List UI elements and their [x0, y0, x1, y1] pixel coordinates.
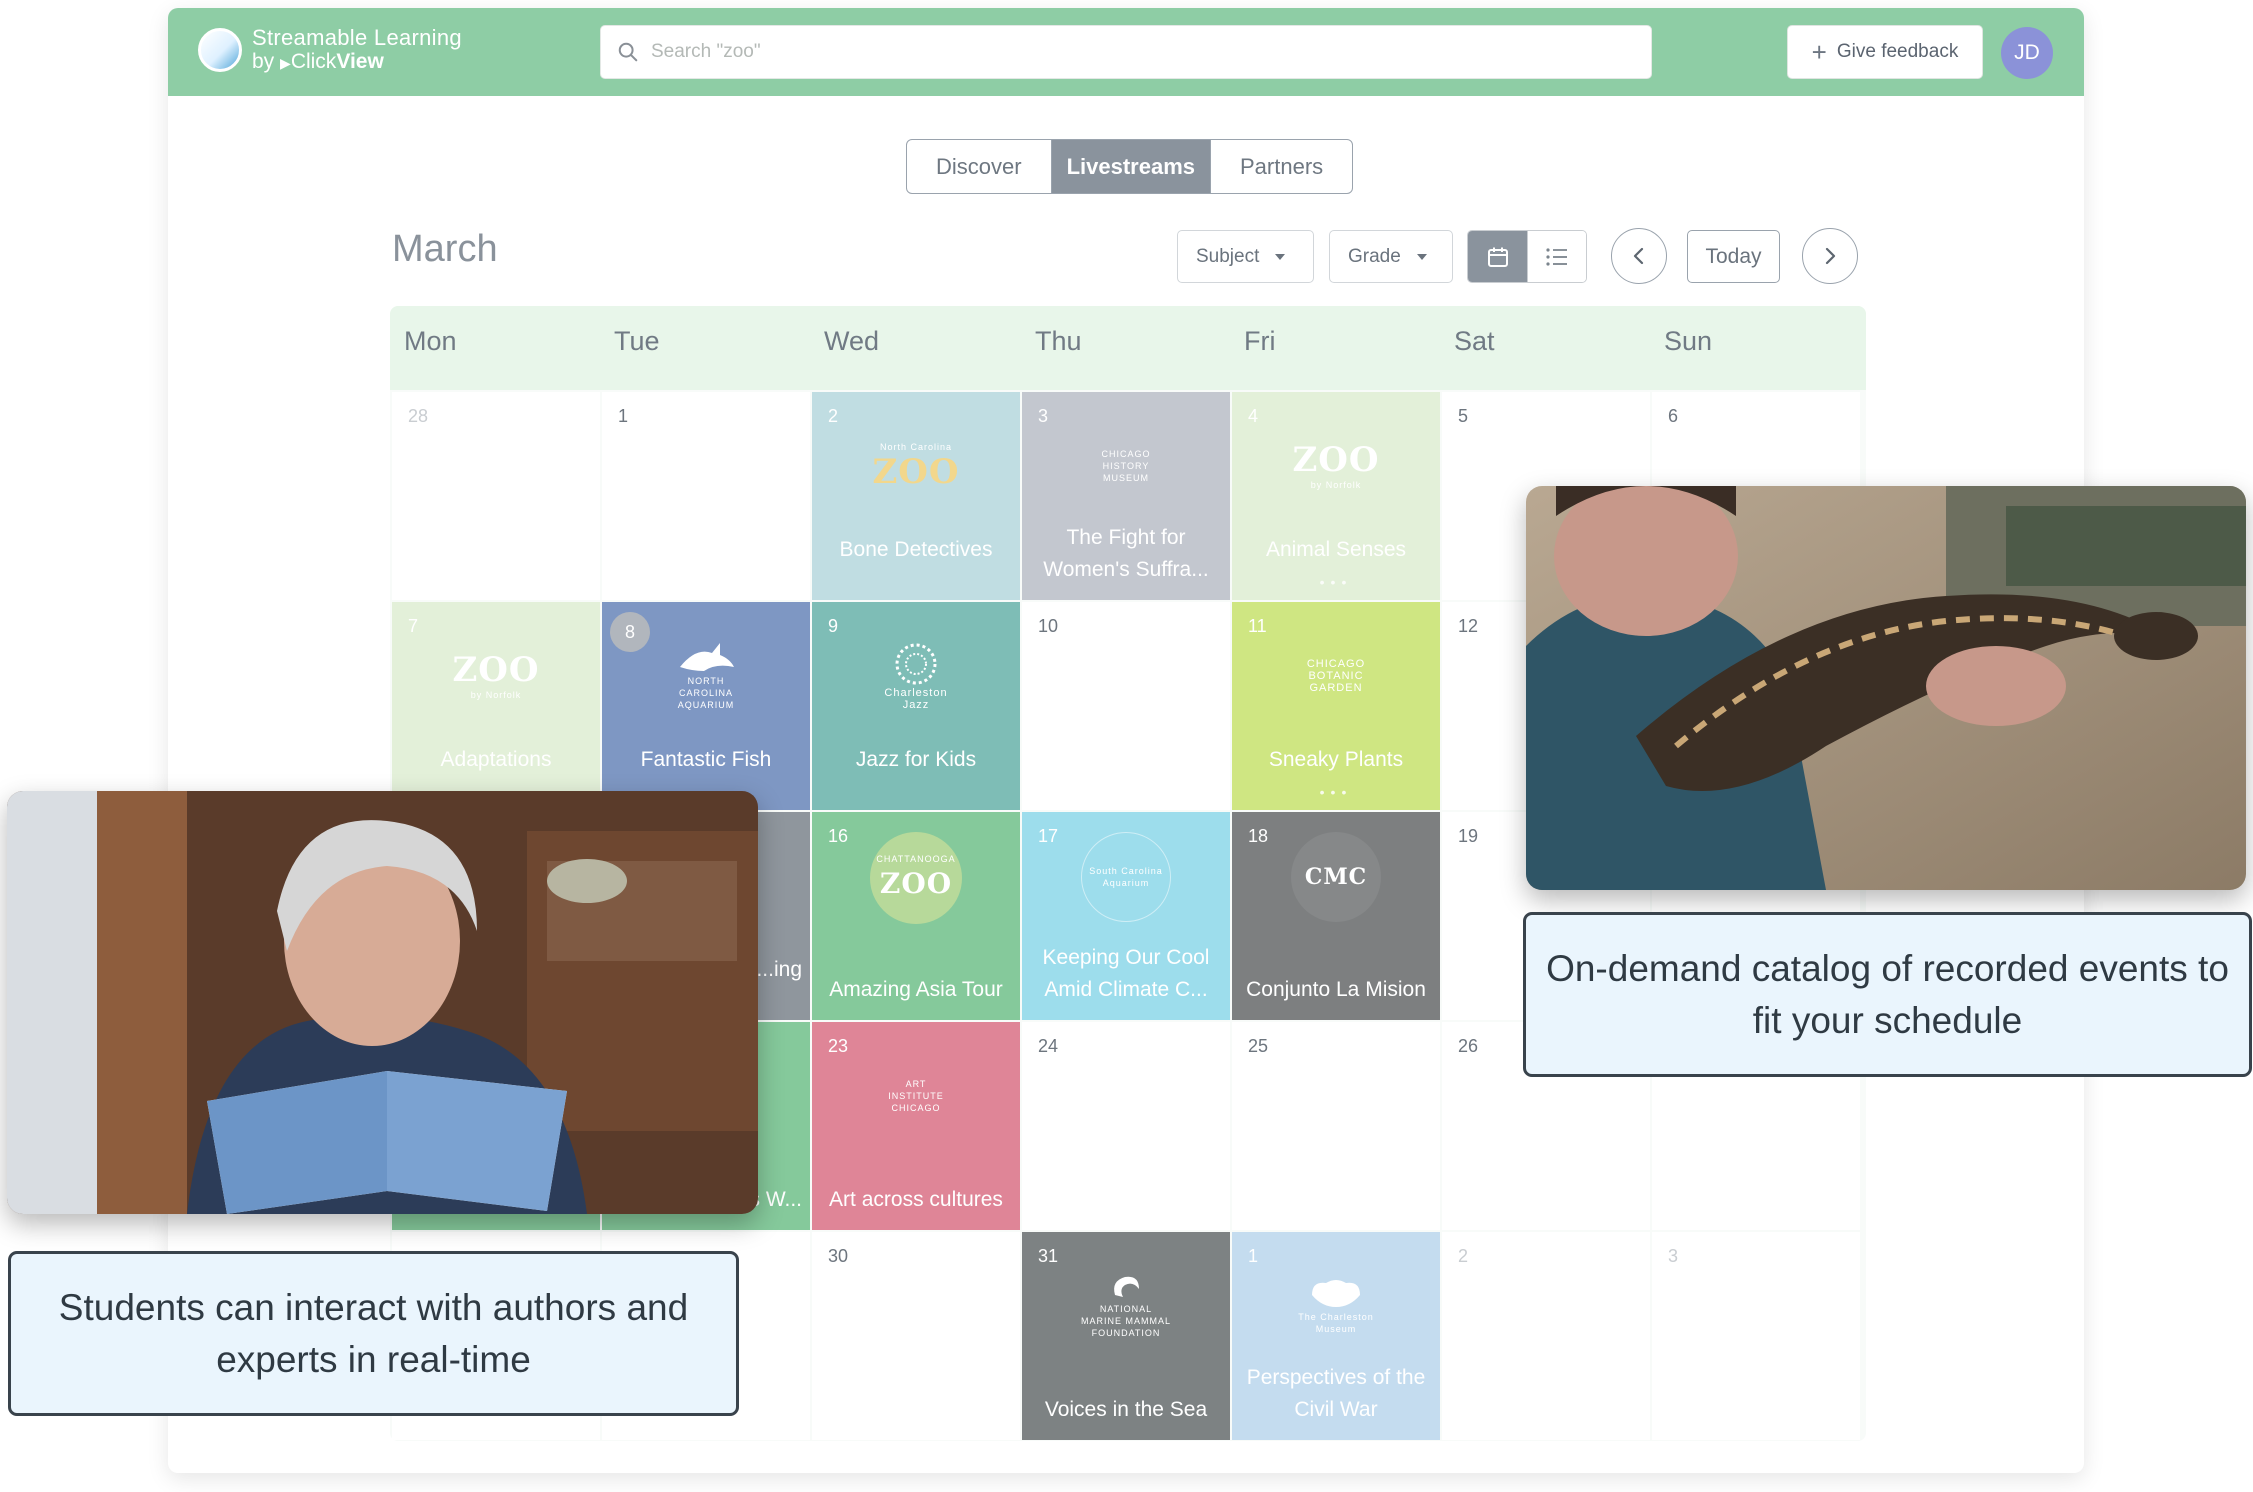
caret-down-icon [1275, 253, 1286, 260]
brand-name: Streamable Learning [252, 25, 462, 50]
play-triangle-icon: ▶ [280, 55, 291, 71]
charleston-jazz-logo: Charleston Jazz [869, 640, 963, 712]
top-bar: Streamable Learning by ▶ClickView + Give… [168, 8, 2084, 96]
event-title: Adaptations [440, 748, 552, 771]
list-view-button[interactable] [1527, 231, 1586, 282]
brand-byline: by ▶ClickView [252, 50, 384, 73]
search-icon [618, 42, 638, 62]
event-title: Jazz for Kids [855, 748, 977, 771]
event-sneaky-plants[interactable]: 11 CHICAGO BOTANIC GARDEN Sneaky Plants ••… [1232, 602, 1440, 810]
nc-zoo-logo: North Carolina ZOO [872, 442, 960, 492]
event-title: Keeping Our Cool Amid Climate C... [1042, 946, 1210, 1001]
event-title: Conjunto La Mision [1246, 978, 1426, 1001]
right-feature-caption: On-demand catalog of recorded events to … [1523, 912, 2252, 1077]
event-title: Sneaky Plants [1268, 748, 1404, 771]
zoo-norfolk-logo: ZOO by Norfolk [1292, 440, 1380, 490]
event-perspectives-civil-war[interactable]: 1 The Charleston Museum Perspectives of … [1232, 1232, 1440, 1440]
snake-handler-photo [1526, 486, 2246, 890]
author-reading-photo [7, 791, 758, 1214]
sunburst-icon [895, 643, 937, 685]
search-input[interactable] [651, 41, 1651, 63]
subject-filter-dropdown[interactable]: Subject [1177, 230, 1314, 283]
brand-logo[interactable]: Streamable Learning by ▶ClickView [252, 26, 462, 75]
event-jazz-for-kids[interactable]: 9 Charleston Jazz Jazz for Kids [812, 602, 1020, 810]
calendar-icon [1487, 247, 1508, 267]
chicago-history-museum-logo: CHICAGO HISTORY MUSEUM [1101, 449, 1151, 483]
calendar-day-cell[interactable]: 25 [1232, 1022, 1440, 1230]
wave-swirl-icon [1114, 1276, 1139, 1297]
event-amazing-asia-tour[interactable]: 16 CHATTANOOGA ZOO Amazing Asia Tour [812, 812, 1020, 1020]
shark-icon [680, 643, 734, 671]
calendar-day-cell[interactable]: 3 [1652, 1232, 1860, 1440]
chevron-right-icon [1825, 247, 1836, 265]
weekday-label: Thu [1035, 326, 1082, 356]
event-title: The Fight for Women's Suffra... [1043, 526, 1209, 581]
user-avatar[interactable]: JD [2001, 27, 2053, 79]
month-title: March [392, 228, 498, 270]
give-feedback-button[interactable]: + Give feedback [1787, 25, 1983, 79]
event-title: Art across cultures [829, 1188, 1003, 1211]
chattanooga-zoo-logo: CHATTANOOGA ZOO [870, 832, 962, 924]
grade-filter-dropdown[interactable]: Grade [1329, 230, 1453, 283]
crest-icon [1312, 1280, 1360, 1307]
event-title: Fantastic Fish [640, 748, 772, 771]
event-title: Perspectives of the Civil War [1246, 1366, 1426, 1421]
main-tabs: Discover Livestreams Partners [906, 139, 1354, 194]
weekday-label: Sat [1454, 326, 1495, 356]
calendar-day-cell[interactable]: 28 [392, 392, 600, 600]
chicago-botanic-garden-logo: CHICAGO BOTANIC GARDEN [1306, 658, 1366, 694]
sc-aquarium-logo: South Carolina Aquarium [1081, 832, 1171, 922]
event-conjunto-la-mision[interactable]: 18 CMC Conjunto La Mision [1232, 812, 1440, 1020]
nc-aquarium-logo: NORTH CAROLINA AQUARIUM [659, 640, 753, 712]
calendar-day-cell[interactable]: 24 [1022, 1022, 1230, 1230]
event-title: Amazing Asia Tour [829, 978, 1003, 1001]
weekday-label: Sun [1664, 326, 1713, 356]
calendar-day-cell[interactable]: 30 [812, 1232, 1020, 1440]
weekday-label: Mon [404, 326, 457, 356]
event-keeping-our-cool[interactable]: 17 South Carolina Aquarium Keeping Our C… [1022, 812, 1230, 1020]
event-title: Bone Detectives [839, 538, 993, 561]
previous-month-button[interactable] [1611, 228, 1667, 284]
marine-mammal-foundation-logo: NATIONAL MARINE MAMMAL FOUNDATION [1079, 1270, 1173, 1342]
weekday-label: Tue [614, 326, 660, 356]
charleston-museum-logo: The Charleston Museum [1289, 1270, 1383, 1342]
event-adaptations[interactable]: 7 ZOO by Norfolk Adaptations [392, 602, 600, 810]
calendar-day-cell[interactable]: 10 [1022, 602, 1230, 810]
event-animal-senses[interactable]: 4 ZOO by Norfolk Animal Senses ••• [1232, 392, 1440, 600]
caret-down-icon [1416, 253, 1427, 260]
weekday-label: Fri [1244, 326, 1276, 356]
calendar-day-cell[interactable]: 2 [1442, 1232, 1650, 1440]
tab-discover[interactable]: Discover [907, 140, 1051, 193]
art-institute-chicago-logo: ART INSTITUTE CHICAGO [888, 1079, 944, 1113]
zoo-norfolk-logo: ZOO by Norfolk [452, 650, 540, 700]
cmc-logo: CMC [1291, 832, 1381, 922]
weekday-label: Wed [824, 326, 880, 356]
event-bone-detectives[interactable]: 2 North Carolina ZOO Bone Detectives [812, 392, 1020, 600]
event-title: Animal Senses [1265, 538, 1407, 561]
event-art-across-cultures[interactable]: 23 ART INSTITUTE CHICAGO Art across cultur… [812, 1022, 1020, 1230]
more-dots-icon: ••• [1319, 574, 1353, 590]
tab-livestreams[interactable]: Livestreams [1050, 140, 1210, 193]
view-toggle [1467, 230, 1587, 283]
search-bar[interactable] [600, 25, 1652, 79]
more-dots-icon: ••• [1319, 784, 1353, 800]
event-title: Voices in the Sea [1044, 1398, 1208, 1421]
tab-partners[interactable]: Partners [1210, 140, 1352, 193]
streamable-logo-icon[interactable] [198, 28, 242, 72]
plus-icon: + [1811, 37, 1827, 67]
chevron-left-icon [1633, 247, 1644, 265]
next-month-button[interactable] [1802, 228, 1858, 284]
event-voices-in-the-sea[interactable]: 31 NATIONAL MARINE MAMMAL FOUNDATION Voice… [1022, 1232, 1230, 1440]
weekday-header: Mon Tue Wed Thu Fri Sat Sun [390, 306, 1866, 390]
list-icon [1546, 247, 1567, 266]
event-fight-for-womens-suffrage[interactable]: 3 CHICAGO HISTORY MUSEUM The Fight for W… [1022, 392, 1230, 600]
left-feature-caption: Students can interact with authors and e… [8, 1251, 739, 1416]
calendar-day-cell[interactable]: 1 [602, 392, 810, 600]
event-fantastic-fish[interactable]: 8 NORTH CAROLINA AQUARIUM Fantastic Fish [602, 602, 810, 810]
today-button[interactable]: Today [1687, 230, 1780, 283]
calendar-view-button[interactable] [1468, 231, 1527, 282]
